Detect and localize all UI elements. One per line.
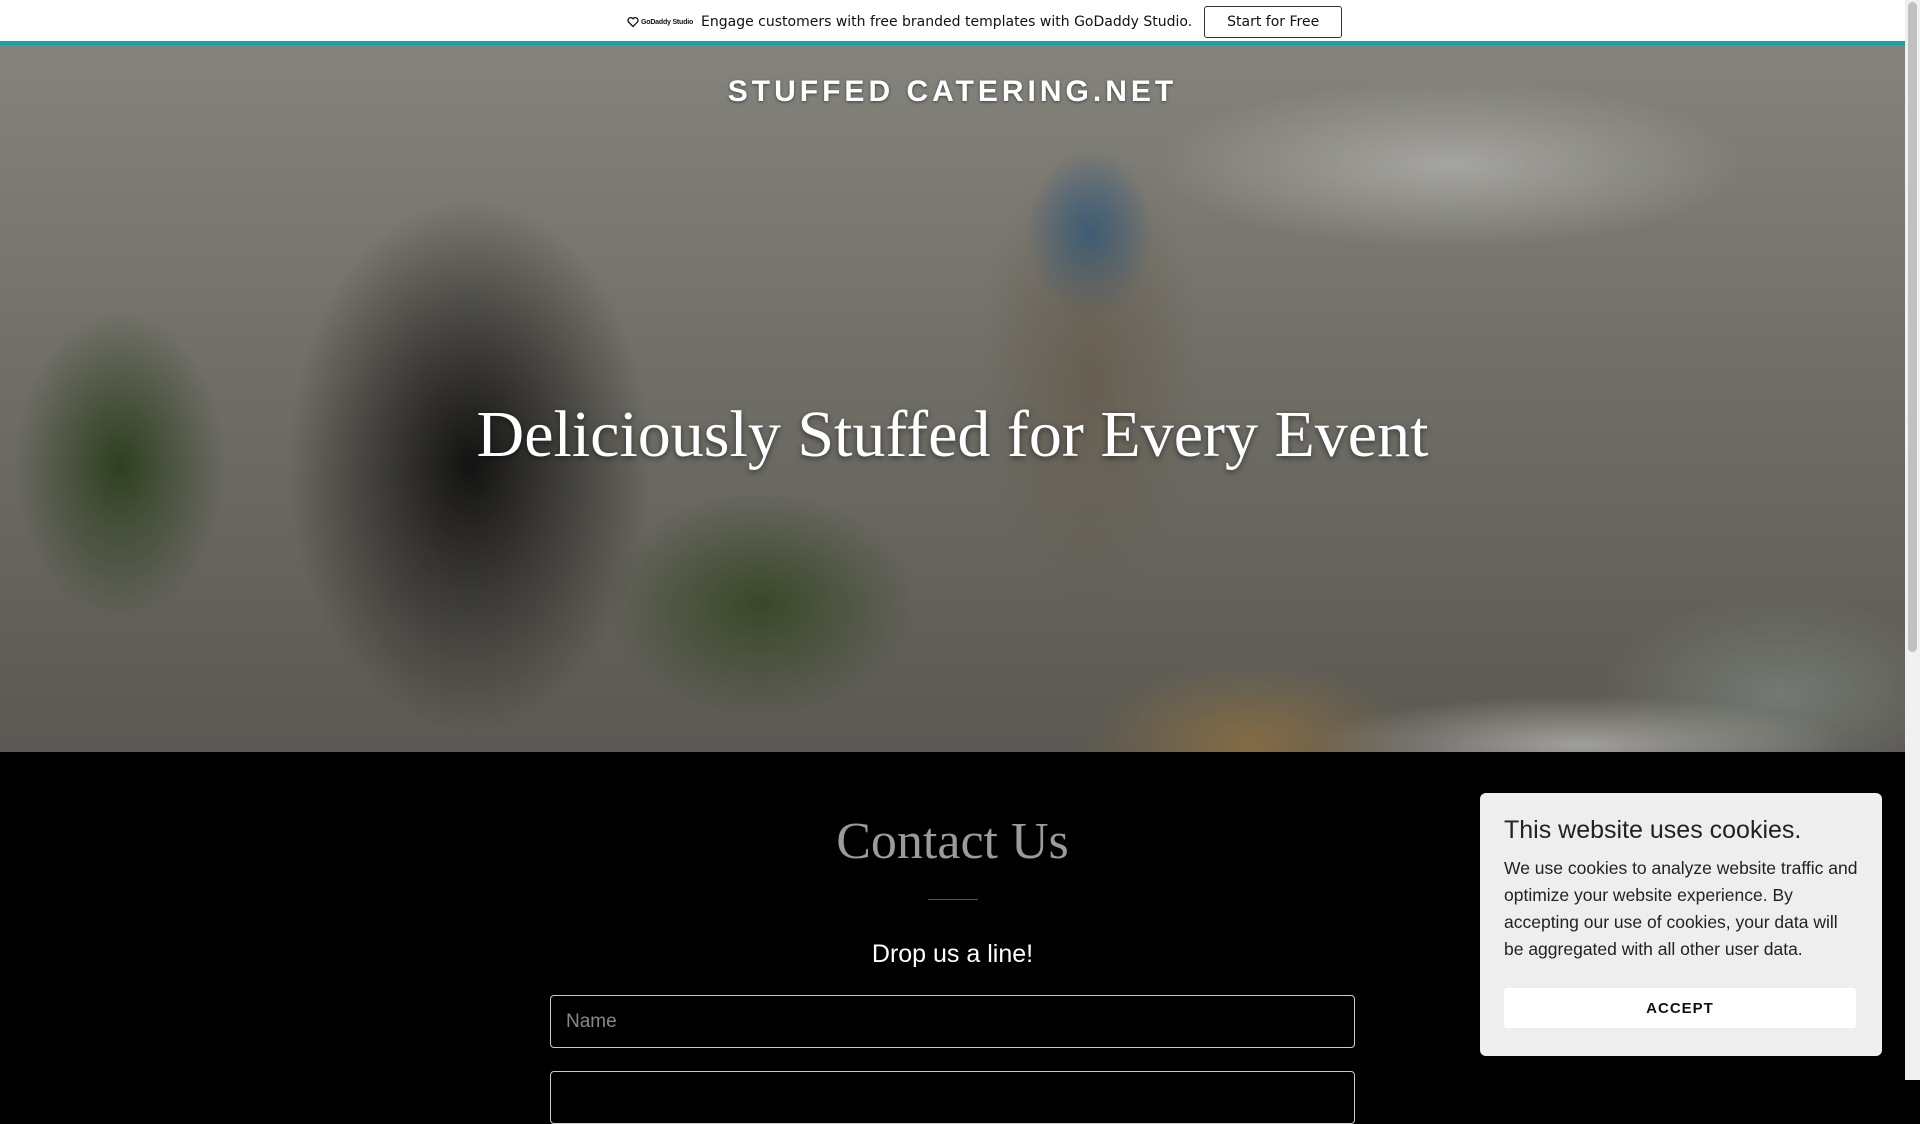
email-input[interactable] [550, 1071, 1355, 1124]
logo-text: GoDaddy Studio [641, 18, 694, 26]
scrollbar-thumb[interactable] [1908, 2, 1917, 652]
page-scrollbar[interactable] [1905, 0, 1920, 1080]
promo-banner: GoDaddy Studio Engage customers with fre… [0, 0, 1905, 45]
promo-message: Engage customers with free branded templ… [701, 14, 1193, 30]
cookie-text: We use cookies to analyze website traffi… [1504, 858, 1858, 959]
cookie-title: This website uses cookies. [1504, 816, 1802, 844]
godaddy-studio-logo: GoDaddy Studio [627, 16, 693, 28]
name-input[interactable] [550, 995, 1355, 1048]
hero-heading: Deliciously Stuffed for Every Event [476, 398, 1429, 471]
section-divider [928, 899, 978, 900]
accept-cookies-button[interactable]: ACCEPT [1504, 988, 1856, 1028]
cookie-banner: This website uses cookies. We use cookie… [1480, 793, 1882, 1056]
start-for-free-button[interactable]: Start for Free [1204, 6, 1343, 38]
hero-section: STUFFED CATERING.NET Deliciously Stuffed… [0, 45, 1905, 752]
godaddy-heart-icon [627, 17, 639, 28]
site-title[interactable]: STUFFED CATERING.NET [0, 75, 1905, 109]
promo-content: GoDaddy Studio Engage customers with fre… [627, 6, 1343, 38]
